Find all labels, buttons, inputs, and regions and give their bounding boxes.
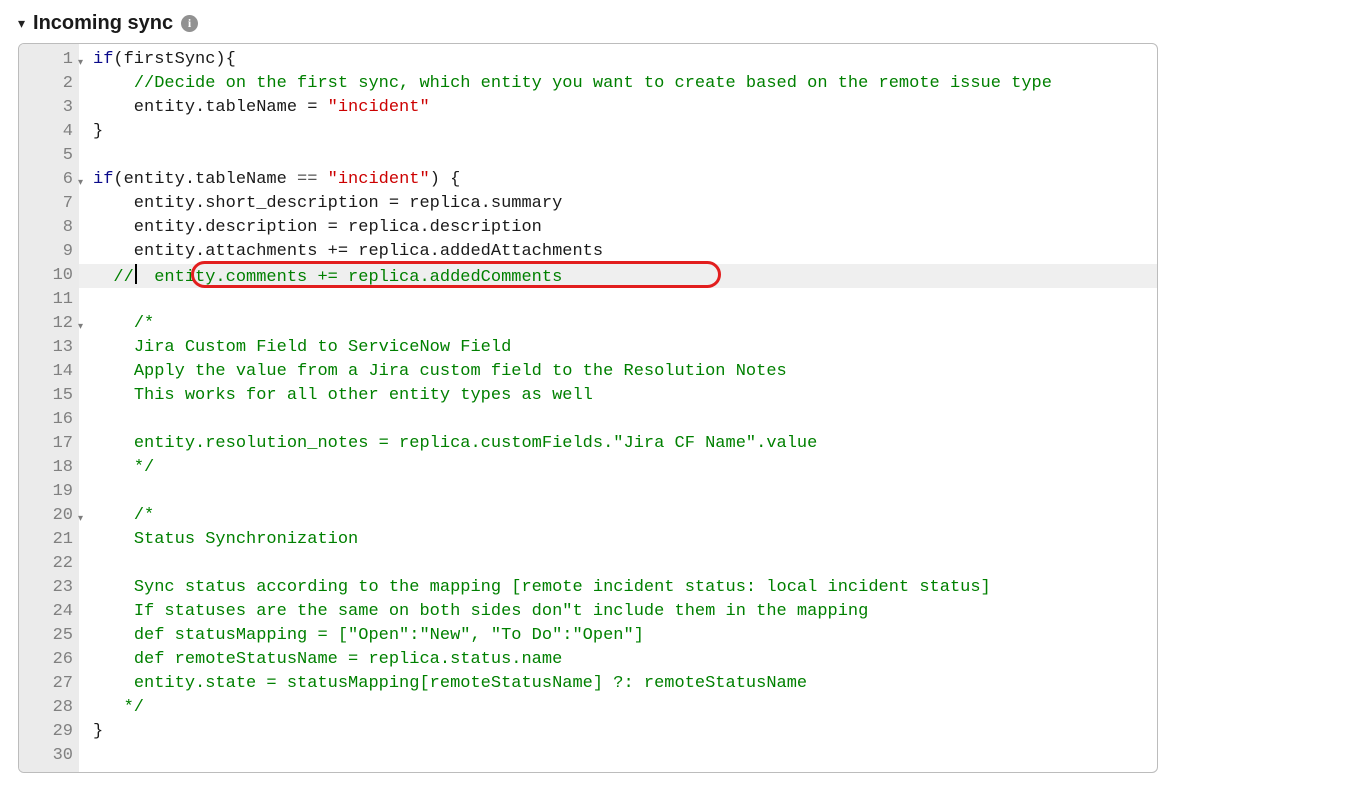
gutter-line: 4 [33,120,73,144]
gutter-line: 22 [33,552,73,576]
code-line[interactable]: def statusMapping = ["Open":"New", "To D… [79,624,1157,648]
gutter-line: 17 [33,432,73,456]
section-title: Incoming sync [33,12,173,35]
gutter-line: 3 [33,96,73,120]
gutter-line: 6▾ [33,168,73,192]
line-gutter: 1▾23456▾789101112▾1314151617181920▾21222… [19,44,79,772]
code-line[interactable]: entity.description = replica.description [79,216,1157,240]
code-line[interactable]: entity.tableName = "incident" [79,96,1157,120]
gutter-line: 8 [33,216,73,240]
gutter-line: 11 [33,288,73,312]
gutter-line: 24 [33,600,73,624]
gutter-line: 18 [33,456,73,480]
gutter-line: 7 [33,192,73,216]
code-line[interactable]: def remoteStatusName = replica.status.na… [79,648,1157,672]
gutter-line: 27 [33,672,73,696]
gutter-line: 10 [33,264,73,288]
code-line[interactable] [79,744,1157,768]
code-editor[interactable]: 1▾23456▾789101112▾1314151617181920▾21222… [18,43,1158,773]
gutter-line: 13 [33,336,73,360]
gutter-line: 2 [33,72,73,96]
code-line[interactable]: if(firstSync){ [79,48,1157,72]
code-line[interactable]: Apply the value from a Jira custom field… [79,360,1157,384]
code-line[interactable]: Sync status according to the mapping [re… [79,576,1157,600]
code-line[interactable]: Status Synchronization [79,528,1157,552]
code-line[interactable]: entity.attachments += replica.addedAttac… [79,240,1157,264]
code-line[interactable]: /* [79,312,1157,336]
code-line[interactable]: //Decide on the first sync, which entity… [79,72,1157,96]
code-line[interactable]: } [79,120,1157,144]
gutter-line: 5 [33,144,73,168]
gutter-line: 16 [33,408,73,432]
code-line[interactable]: /* [79,504,1157,528]
code-line[interactable]: Jira Custom Field to ServiceNow Field [79,336,1157,360]
gutter-line: 15 [33,384,73,408]
code-line[interactable]: */ [79,696,1157,720]
code-line[interactable]: // entity.comments += replica.addedComme… [79,264,1157,288]
chevron-down-icon: ▾ [18,15,25,32]
code-line[interactable]: entity.resolution_notes = replica.custom… [79,432,1157,456]
gutter-line: 20▾ [33,504,73,528]
code-line[interactable] [79,288,1157,312]
code-line[interactable]: if(entity.tableName == "incident") { [79,168,1157,192]
code-line[interactable]: } [79,720,1157,744]
gutter-line: 30 [33,744,73,768]
gutter-line: 21 [33,528,73,552]
gutter-line: 9 [33,240,73,264]
gutter-line: 12▾ [33,312,73,336]
gutter-line: 28 [33,696,73,720]
gutter-line: 26 [33,648,73,672]
gutter-line: 14 [33,360,73,384]
code-line[interactable]: entity.state = statusMapping[remoteStatu… [79,672,1157,696]
gutter-line: 19 [33,480,73,504]
gutter-line: 1▾ [33,48,73,72]
info-icon[interactable]: i [181,15,198,32]
gutter-line: 29 [33,720,73,744]
gutter-line: 23 [33,576,73,600]
code-line[interactable] [79,552,1157,576]
code-line[interactable]: This works for all other entity types as… [79,384,1157,408]
code-line[interactable] [79,480,1157,504]
code-line[interactable]: If statuses are the same on both sides d… [79,600,1157,624]
code-line[interactable]: */ [79,456,1157,480]
code-line[interactable] [79,408,1157,432]
code-line[interactable]: entity.short_description = replica.summa… [79,192,1157,216]
code-line[interactable] [79,144,1157,168]
section-header[interactable]: ▾ Incoming sync i [18,12,1340,35]
code-area[interactable]: if(firstSync){ //Decide on the first syn… [79,44,1157,772]
gutter-line: 25 [33,624,73,648]
